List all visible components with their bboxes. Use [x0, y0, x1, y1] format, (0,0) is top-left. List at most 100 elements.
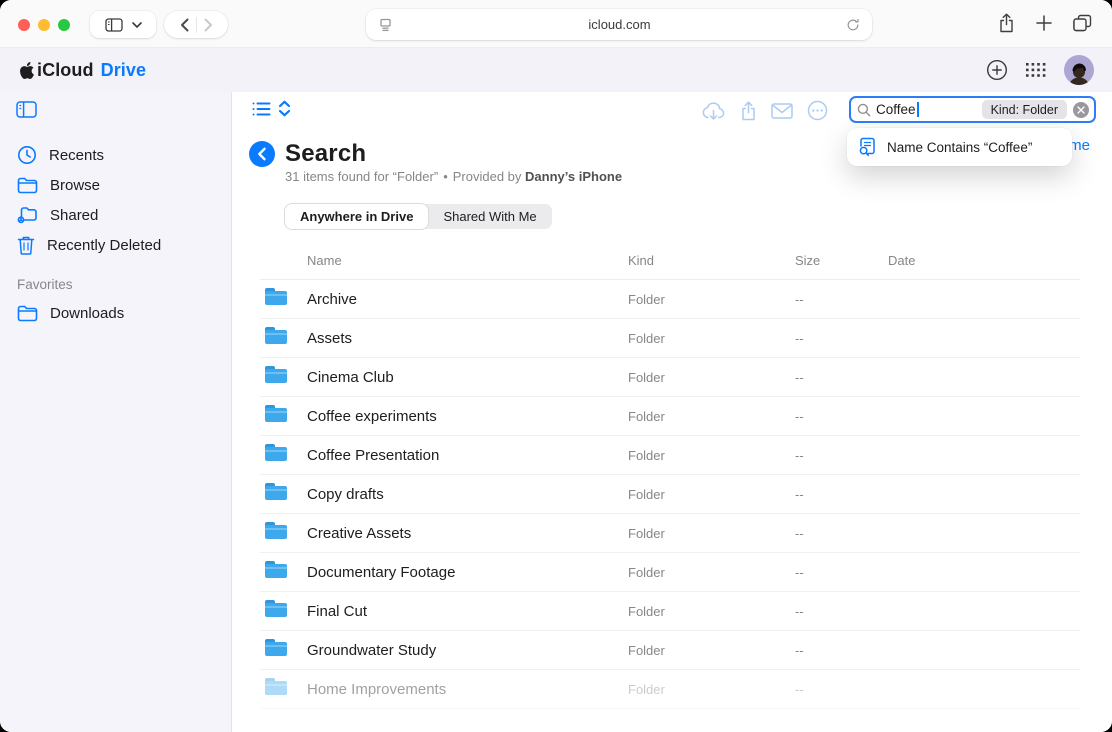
list-view-icon[interactable]	[252, 101, 271, 117]
row-icon-cell	[260, 483, 307, 505]
column-header-date[interactable]: Date	[888, 253, 1080, 268]
table-row[interactable]: Final Cut Folder --	[260, 592, 1080, 631]
column-header-kind[interactable]: Kind	[628, 253, 795, 268]
row-icon-cell	[260, 522, 307, 544]
folder-icon	[265, 483, 287, 500]
table-row[interactable]: Assets Folder --	[260, 319, 1080, 358]
table-row[interactable]: Copy drafts Folder --	[260, 475, 1080, 514]
row-icon-cell	[260, 288, 307, 310]
row-icon-cell	[260, 444, 307, 466]
file-kind: Folder	[628, 487, 795, 502]
file-kind: Folder	[628, 331, 795, 346]
table-row[interactable]: Groundwater Study Folder --	[260, 631, 1080, 670]
row-icon-cell	[260, 600, 307, 622]
app-brand[interactable]: iCloud Drive	[20, 60, 146, 81]
file-name: Cinema Club	[307, 369, 628, 386]
file-kind: Folder	[628, 643, 795, 658]
divider	[196, 17, 197, 33]
url-text: icloud.com	[393, 17, 846, 32]
reload-icon[interactable]	[846, 18, 860, 32]
obscured-link[interactable]: me	[1069, 137, 1090, 154]
row-icon-cell	[260, 327, 307, 349]
table-header-row: Name Kind Size Date	[260, 242, 1080, 280]
file-kind: Folder	[628, 292, 795, 307]
search-filter-token[interactable]: Kind: Folder	[982, 100, 1067, 119]
forward-icon[interactable]	[204, 18, 213, 32]
sidebar-nav: Recents Browse	[0, 140, 231, 328]
sidebar-toggle-button[interactable]	[90, 11, 156, 38]
address-bar[interactable]: icloud.com	[366, 9, 872, 40]
chevron-down-icon	[132, 22, 142, 28]
table-row[interactable]: Creative Assets Folder --	[260, 514, 1080, 553]
brand-icloud-label: iCloud	[37, 60, 94, 81]
row-icon-cell	[260, 678, 307, 700]
tab-overview-icon[interactable]	[1073, 14, 1092, 32]
sidebar-item-recently-deleted[interactable]: Recently Deleted	[0, 230, 231, 260]
clear-search-icon[interactable]	[1073, 102, 1089, 118]
sort-icon[interactable]	[278, 100, 291, 117]
more-icon[interactable]	[807, 100, 828, 121]
table-row[interactable]: Coffee experiments Folder --	[260, 397, 1080, 436]
screen: icloud.com	[0, 0, 1112, 732]
mail-icon[interactable]	[771, 103, 793, 119]
file-name: Assets	[307, 330, 628, 347]
back-button[interactable]	[249, 141, 275, 167]
row-icon-cell	[260, 639, 307, 661]
account-avatar[interactable]	[1064, 55, 1094, 85]
page-title: Search	[285, 140, 366, 168]
table-row[interactable]: Cinema Club Folder --	[260, 358, 1080, 397]
file-size: --	[795, 565, 888, 580]
sidebar-item-recents[interactable]: Recents	[0, 140, 231, 170]
scope-segmented-control: Anywhere in Drive Shared With Me	[285, 204, 552, 229]
sidebar-item-downloads[interactable]: Downloads	[0, 298, 231, 328]
sidebar-collapse-icon[interactable]	[16, 101, 37, 118]
file-name: Documentary Footage	[307, 564, 628, 581]
file-kind: Folder	[628, 448, 795, 463]
file-kind: Folder	[628, 526, 795, 541]
folder-icon	[265, 639, 287, 656]
file-size: --	[795, 487, 888, 502]
back-icon[interactable]	[180, 18, 189, 32]
search-suggestion-popover[interactable]: Name Contains “Coffee”	[847, 128, 1072, 166]
column-header-name[interactable]: Name	[307, 253, 628, 268]
new-tab-icon[interactable]	[1036, 15, 1052, 31]
clock-icon	[17, 145, 37, 165]
file-name: Copy drafts	[307, 486, 628, 503]
share-item-icon[interactable]	[740, 101, 757, 121]
view-controls	[252, 100, 291, 117]
navigation-buttons	[164, 11, 228, 38]
results-summary: 31 items found for “Folder”•Provided by …	[285, 169, 622, 184]
sidebar-item-shared[interactable]: Shared	[0, 200, 231, 230]
tab-shared-with-me[interactable]: Shared With Me	[428, 204, 551, 229]
close-window-button[interactable]	[18, 19, 30, 31]
share-icon[interactable]	[998, 13, 1015, 33]
table-row[interactable]: Documentary Footage Folder --	[260, 553, 1080, 592]
file-size: --	[795, 682, 888, 697]
file-name: Creative Assets	[307, 525, 628, 542]
apps-grid-icon[interactable]	[1026, 63, 1046, 78]
table-row[interactable]: Home Improvements Folder --	[260, 670, 1080, 709]
table-row[interactable]: Archive Folder --	[260, 280, 1080, 319]
folder-icon	[265, 366, 287, 383]
folder-icon	[265, 600, 287, 617]
zoom-window-button[interactable]	[58, 19, 70, 31]
file-size: --	[795, 292, 888, 307]
row-icon-cell	[260, 405, 307, 427]
table-row[interactable]: Coffee Presentation Folder --	[260, 436, 1080, 475]
file-size: --	[795, 643, 888, 658]
sidebar-item-browse[interactable]: Browse	[0, 170, 231, 200]
column-header-size[interactable]: Size	[795, 253, 888, 268]
search-suggestion-label: Name Contains “Coffee”	[887, 140, 1032, 155]
file-name: Coffee Presentation	[307, 447, 628, 464]
sidebar-item-label: Shared	[50, 207, 98, 224]
create-icon[interactable]	[986, 59, 1008, 81]
search-input[interactable]: Coffee Kind: Folder	[849, 96, 1096, 123]
cloud-download-icon[interactable]	[701, 101, 726, 121]
provided-by-text: Provided by	[453, 169, 522, 184]
results-count-text: 31 items found for “Folder”	[285, 169, 438, 184]
page-settings-icon[interactable]	[378, 18, 393, 32]
minimize-window-button[interactable]	[38, 19, 50, 31]
search-icon	[857, 103, 871, 117]
trash-icon	[17, 235, 35, 255]
tab-anywhere-in-drive[interactable]: Anywhere in Drive	[285, 204, 428, 229]
